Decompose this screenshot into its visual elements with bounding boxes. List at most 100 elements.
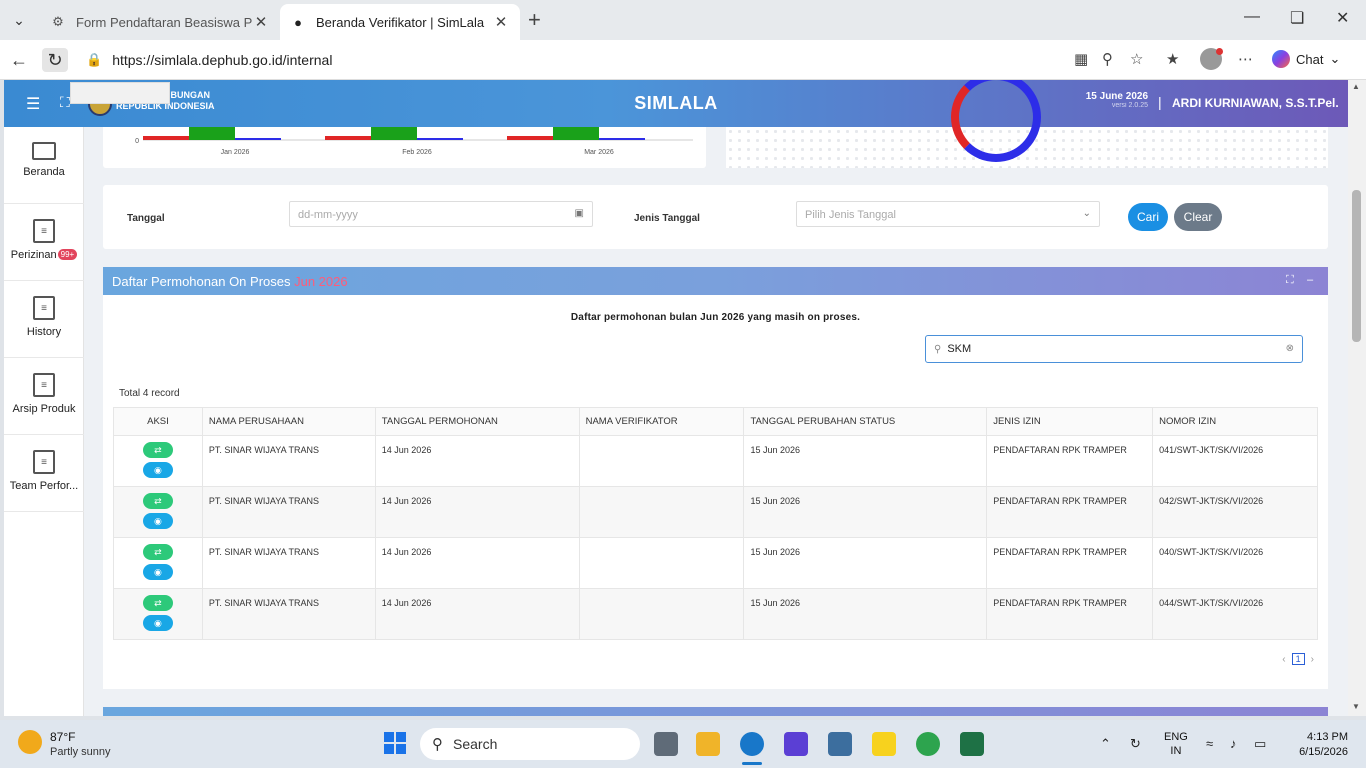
taskbar-search[interactable]: ⚲ Search bbox=[420, 728, 640, 760]
file-explorer-icon[interactable] bbox=[696, 732, 720, 756]
lang-code: ENG bbox=[1164, 731, 1188, 743]
column-header[interactable]: AKSI bbox=[113, 407, 203, 436]
bar bbox=[325, 136, 371, 140]
collapse-icon[interactable]: – bbox=[1307, 274, 1313, 286]
windows-start-icon[interactable] bbox=[384, 732, 406, 754]
action-cell: ⇄ ◉ bbox=[113, 486, 203, 538]
process-swap-icon[interactable]: ⇄ bbox=[142, 595, 173, 611]
profile-notification-dot bbox=[1216, 48, 1223, 55]
sidebar-item-team-performance[interactable]: ≡ Team Perfor... bbox=[4, 435, 84, 512]
scroll-down-icon[interactable]: ▼ bbox=[1352, 702, 1360, 711]
tray-chevron-up-icon[interactable]: ⌃ bbox=[1100, 736, 1111, 752]
search-icon: ⚲ bbox=[934, 343, 942, 355]
view-eye-icon[interactable]: ◉ bbox=[142, 513, 173, 529]
clock[interactable]: 4:13 PM 6/15/2026 bbox=[1286, 730, 1348, 760]
cell-tgl-permohonan: 14 Jun 2026 bbox=[374, 486, 580, 538]
sidebar-item-history[interactable]: ≡ History bbox=[4, 281, 84, 358]
view-eye-icon[interactable]: ◉ bbox=[142, 564, 173, 580]
window-close-icon[interactable]: ✕ bbox=[1336, 8, 1349, 28]
sticky-notes-icon[interactable] bbox=[872, 732, 896, 756]
favorites-icon[interactable]: ★ bbox=[1166, 50, 1179, 68]
process-swap-icon[interactable]: ⇄ bbox=[142, 493, 173, 509]
tab-actions-chevron-icon[interactable]: ⌄ bbox=[6, 8, 32, 32]
calendar-icon[interactable]: ▣ bbox=[575, 208, 584, 219]
cell-perusahaan: PT. SINAR WIJAYA TRANS bbox=[201, 435, 376, 487]
wifi-icon[interactable]: ≈ bbox=[1206, 736, 1213, 751]
cari-button[interactable]: Cari bbox=[1128, 203, 1168, 231]
reload-icon[interactable]: ↻ bbox=[42, 48, 68, 72]
cell-perusahaan: PT. SINAR WIJAYA TRANS bbox=[201, 537, 376, 589]
jenis-tanggal-select[interactable]: Pilih Jenis Tanggal ⌄ bbox=[796, 201, 1100, 227]
app-icon[interactable] bbox=[784, 732, 808, 756]
search-icon: ⚲ bbox=[432, 736, 443, 753]
table-search-input[interactable]: ⚲ SKM ⊗ bbox=[925, 335, 1303, 363]
excel-icon[interactable] bbox=[960, 732, 984, 756]
tab-form-pendaftaran[interactable]: ⚙ Form Pendaftaran Beasiswa Program ✕ bbox=[40, 4, 280, 40]
back-arrow-icon[interactable]: ← bbox=[6, 48, 32, 72]
column-header[interactable]: TANGGAL PERUBAHAN STATUS bbox=[743, 407, 988, 436]
reload-tooltip bbox=[70, 82, 170, 104]
column-header[interactable]: TANGGAL PERMOHONAN bbox=[374, 407, 580, 436]
chrome-icon[interactable] bbox=[916, 732, 940, 756]
page-number[interactable]: 1 bbox=[1291, 653, 1305, 665]
action-cell: ⇄ ◉ bbox=[113, 537, 203, 589]
address-bar: ← ↻ 🔒 https://simlala.dephub.go.id/inter… bbox=[0, 40, 1366, 80]
restore-icon[interactable]: ❏ bbox=[1290, 8, 1304, 28]
next-page-icon[interactable]: › bbox=[1311, 654, 1314, 665]
document-icon: ≡ bbox=[33, 219, 55, 243]
windows-taskbar: 87°F Partly sunny ⚲ Search ⌃ ↻ ENG IN ≈ … bbox=[0, 720, 1366, 768]
task-view-icon[interactable] bbox=[654, 732, 678, 756]
action-cell: ⇄ ◉ bbox=[113, 435, 203, 487]
cell-tgl-permohonan: 14 Jun 2026 bbox=[374, 588, 580, 640]
cell-verifikator bbox=[578, 537, 745, 589]
tab-close-icon[interactable]: ✕ bbox=[252, 13, 270, 31]
copilot-chat-button[interactable]: Chat ⌄ bbox=[1272, 50, 1340, 68]
document-icon: ≡ bbox=[33, 450, 55, 474]
tab-close-icon[interactable]: ✕ bbox=[492, 13, 510, 31]
copilot-icon bbox=[1272, 50, 1290, 68]
column-header[interactable]: NAMA VERIFIKATOR bbox=[578, 407, 745, 436]
page-scrollbar[interactable]: ▲ ▼ bbox=[1348, 80, 1366, 716]
user-name[interactable]: ARDI KURNIAWAN, S.S.T.Pel. bbox=[1172, 96, 1339, 110]
scrollbar-thumb[interactable] bbox=[1352, 190, 1361, 342]
list-description: Daftar permohonan bulan Jun 2026 yang ma… bbox=[570, 312, 861, 323]
edge-browser-icon[interactable] bbox=[740, 732, 764, 756]
clear-search-icon[interactable]: ⊗ bbox=[1286, 343, 1294, 354]
column-header[interactable]: NAMA PERUSAHAAN bbox=[201, 407, 376, 436]
cell-tgl-permohonan: 14 Jun 2026 bbox=[374, 435, 580, 487]
more-menu-icon[interactable]: ⋯ bbox=[1238, 50, 1253, 68]
tab-beranda-verifikator[interactable]: ● Beranda Verifikator | SimLala ✕ bbox=[280, 4, 520, 40]
sidebar-item-perizinan[interactable]: ≡ Perizinan 99+ bbox=[4, 204, 84, 281]
favorite-star-icon[interactable]: ☆ bbox=[1130, 50, 1143, 68]
new-tab-icon[interactable]: + bbox=[528, 8, 541, 32]
sync-icon[interactable]: ↻ bbox=[1130, 736, 1141, 752]
taskbar-search-label: Search bbox=[453, 736, 498, 752]
bar bbox=[553, 127, 599, 140]
view-eye-icon[interactable]: ◉ bbox=[142, 615, 173, 631]
process-swap-icon[interactable]: ⇄ bbox=[142, 442, 173, 458]
url-field[interactable]: 🔒 https://simlala.dephub.go.id/internal bbox=[76, 46, 1156, 74]
camera-app-icon[interactable] bbox=[828, 732, 852, 756]
clock-time: 4:13 PM bbox=[1307, 731, 1348, 743]
clear-button[interactable]: Clear bbox=[1174, 203, 1222, 231]
tanggal-input[interactable]: dd-mm-yyyy ▣ bbox=[289, 201, 593, 227]
bar bbox=[507, 136, 553, 140]
sidebar-item-label: History bbox=[26, 326, 62, 338]
battery-icon[interactable]: ▭ bbox=[1254, 736, 1266, 752]
expand-icon[interactable]: ⛶ bbox=[1286, 274, 1294, 287]
volume-icon[interactable]: ♪ bbox=[1230, 736, 1237, 751]
minimize-icon[interactable]: — bbox=[1244, 8, 1260, 26]
monitor-icon bbox=[32, 142, 56, 160]
prev-page-icon[interactable]: ‹ bbox=[1282, 654, 1285, 665]
record-count: Total 4 record bbox=[119, 388, 180, 399]
sidebar-item-arsip-produk[interactable]: ≡ Arsip Produk bbox=[4, 358, 84, 435]
language-indicator[interactable]: ENG IN bbox=[1164, 730, 1188, 758]
zoom-icon[interactable]: ⚲ bbox=[1102, 50, 1113, 68]
column-header[interactable]: NOMOR IZIN bbox=[1152, 407, 1318, 436]
process-swap-icon[interactable]: ⇄ bbox=[142, 544, 173, 560]
sidebar-item-beranda[interactable]: Beranda bbox=[4, 127, 84, 204]
view-eye-icon[interactable]: ◉ bbox=[142, 462, 173, 478]
app-install-icon[interactable]: ▦ bbox=[1074, 50, 1088, 68]
column-header[interactable]: JENIS IZIN bbox=[986, 407, 1154, 436]
scroll-up-icon[interactable]: ▲ bbox=[1352, 82, 1360, 91]
